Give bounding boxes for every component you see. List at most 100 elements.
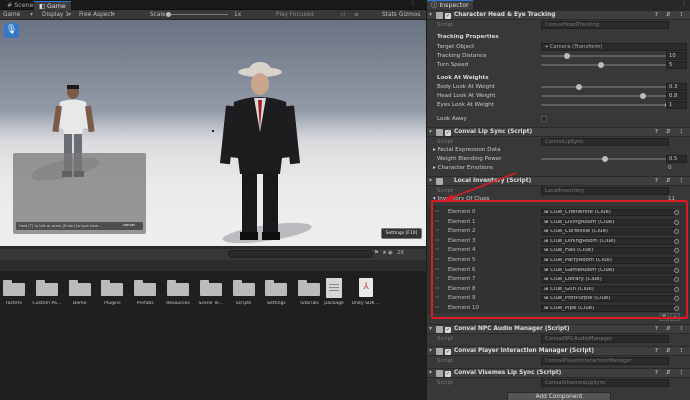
tab-scene[interactable]: # Scene <box>2 1 38 10</box>
add-component-button[interactable]: Add Component <box>507 392 611 400</box>
field-label: Weight Blending Power <box>437 156 502 162</box>
component-menu-icons[interactable]: ? ⇵ ⋮ <box>655 347 687 356</box>
project-search-input[interactable] <box>228 250 373 258</box>
slider-handle[interactable] <box>598 62 605 68</box>
head-look-input[interactable]: 0.8 <box>666 92 687 100</box>
inspector-tabbar: ⓘ Inspector ⋮ <box>427 0 690 10</box>
folder-body <box>101 283 124 296</box>
component-menu-icons[interactable]: ? ⇵ ⋮ <box>655 11 687 20</box>
component-header-player-interaction[interactable]: ▾ ✓ Convai Player Interaction Manager (Sc… <box>427 346 690 356</box>
field-label: Tracking Distance <box>437 53 487 59</box>
play-focused-dropdown[interactable]: Play Focused <box>276 11 314 19</box>
chat-panel: Hold [T] to talk or press [Enter] to typ… <box>13 153 146 234</box>
slider-track <box>541 95 669 97</box>
foldout-facial-data[interactable]: ▸ Facial Expression Data <box>433 146 501 154</box>
component-menu-icons[interactable]: ? ⇵ ⋮ <box>655 177 687 186</box>
weight-blending-input[interactable]: 0.5 <box>666 155 687 163</box>
pdf-icon: ⅄ <box>359 278 373 297</box>
chevron-right-icon: ▸ <box>433 165 436 171</box>
game-viewport[interactable]: 🎙 Hold [T] to talk or press [Enter] to t… <box>0 20 426 246</box>
aspect-dropdown[interactable]: Free Aspect <box>79 11 113 19</box>
slider-handle[interactable] <box>602 156 608 162</box>
chevron-down-icon[interactable]: ▾ <box>429 177 432 186</box>
game-toolbar: Game ▾ Display 1 ▾ Free Aspect ▾ Scale 1… <box>0 10 426 20</box>
component-enabled-checkbox[interactable]: ✓ <box>445 130 451 136</box>
scale-slider-track[interactable] <box>168 14 228 15</box>
project-asset-grid: racters Custom Pa... Demo Plugins Prefabs Res… <box>0 277 426 317</box>
scale-label: Scale <box>150 12 166 18</box>
filter-icon[interactable]: ⚑ <box>374 250 379 256</box>
component-menu-icons[interactable]: ? ⇵ ⋮ <box>655 128 687 137</box>
component-menu-icons[interactable]: ? ⇵ ⋮ <box>655 325 687 334</box>
folder-body <box>3 283 25 296</box>
display-dropdown[interactable]: Display 1 <box>42 11 69 19</box>
microphone-icon[interactable]: 🎙 <box>4 23 19 38</box>
component-header-visemes[interactable]: ▾ ✓ Convai Visemes Lip Sync (Script) ? ⇵ … <box>427 368 690 378</box>
layers-icon[interactable]: ≡ <box>354 11 359 19</box>
body-look-input[interactable]: 0.3 <box>666 83 687 91</box>
project-panel: ⚑ ★ ◉ 26 racters Custom Pa... Demo Plugins P… <box>0 249 426 400</box>
folder-body <box>199 283 222 296</box>
scale-slider-handle[interactable] <box>166 12 171 17</box>
more-icon[interactable]: ⋮ <box>681 0 687 7</box>
eyes-look-input[interactable]: 1 <box>666 101 687 109</box>
chevron-down-icon[interactable]: ▾ <box>429 11 432 20</box>
component-menu-icons[interactable]: ? ⇵ ⋮ <box>655 369 687 378</box>
chevron-down-icon: ▾ <box>68 12 71 18</box>
component-enabled-checkbox[interactable]: ✓ <box>445 327 451 333</box>
field-label: Turn Speed <box>437 62 469 68</box>
chevron-down-icon[interactable]: ▾ <box>429 128 432 137</box>
field-label: Eyes Look At Weight <box>437 102 495 108</box>
speaker-icon[interactable]: ◁ <box>340 11 344 19</box>
field-label: Look Away <box>437 116 467 122</box>
game-mode-dropdown[interactable]: Game <box>3 11 20 19</box>
script-icon <box>436 12 443 19</box>
project-breadcrumb <box>0 260 426 271</box>
annotation-arrow <box>443 172 517 201</box>
component-enabled-checkbox[interactable]: ✓ <box>445 371 451 377</box>
file-label: Unity SDK ... <box>351 301 381 306</box>
scale-value: 1x <box>234 12 242 18</box>
body-look-slider[interactable] <box>541 83 669 91</box>
folder-body <box>265 283 288 296</box>
chevron-right-icon: ▸ <box>433 147 436 153</box>
weight-blending-slider[interactable] <box>541 155 669 163</box>
chevron-down-icon[interactable]: ▾ <box>429 369 432 378</box>
slider-track <box>541 86 669 88</box>
chevron-down-icon[interactable]: ▾ <box>429 347 432 356</box>
stats-toggle[interactable]: Stats <box>382 11 397 19</box>
tab-inspector[interactable]: ⓘ Inspector <box>427 0 473 10</box>
folder-body <box>232 283 255 296</box>
turn-speed-slider[interactable] <box>541 61 669 69</box>
component-enabled-checkbox[interactable]: ✓ <box>445 349 451 355</box>
eyes-look-slider[interactable] <box>541 101 671 109</box>
gizmos-dropdown[interactable]: Gizmos <box>399 11 420 19</box>
look-away-checkbox[interactable] <box>541 116 547 122</box>
component-header-lip-sync[interactable]: ▾ ✓ Convai Lip Sync (Script) ? ⇵ ⋮ <box>427 127 690 137</box>
star-icon[interactable]: ★ <box>382 250 387 256</box>
tab-scene-label: Scene <box>14 2 34 9</box>
folder-body <box>68 283 91 296</box>
project-file[interactable]: ⅄ Unity SDK ... <box>346 277 386 317</box>
tracking-distance-slider[interactable] <box>541 52 669 60</box>
turn-speed-input[interactable]: 5 <box>666 61 687 69</box>
settings-button[interactable]: Settings [F10] <box>381 228 422 239</box>
eye-icon[interactable]: ◉ <box>388 250 393 256</box>
head-look-slider[interactable] <box>541 92 669 100</box>
folder-icon <box>167 280 189 296</box>
script-label: Script <box>437 358 454 364</box>
tracking-distance-input[interactable]: 10 <box>666 52 687 60</box>
component-enabled-checkbox[interactable]: ✓ <box>445 13 451 19</box>
component-title: Character Head & Eye Tracking <box>454 12 556 18</box>
chevron-down-icon[interactable]: ▾ <box>429 325 432 334</box>
script-field: LocalInventory <box>541 187 669 195</box>
slider-handle[interactable] <box>563 53 570 59</box>
slider-handle[interactable] <box>640 93 647 99</box>
script-icon <box>436 129 443 136</box>
target-object-field[interactable]: ⌖ Camera (Transform) <box>541 43 687 51</box>
slider-handle[interactable] <box>576 84 583 90</box>
more-icon[interactable]: ⋮ <box>410 0 416 7</box>
component-header-npc-audio[interactable]: ▾ ✓ Convai NPC Audio Manager (Script) ? ⇵… <box>427 324 690 334</box>
tab-game[interactable]: ◧ Game <box>34 1 71 10</box>
component-header-head-eye[interactable]: ▾ ✓ Character Head & Eye Tracking ? ⇵ ⋮ <box>427 10 690 20</box>
